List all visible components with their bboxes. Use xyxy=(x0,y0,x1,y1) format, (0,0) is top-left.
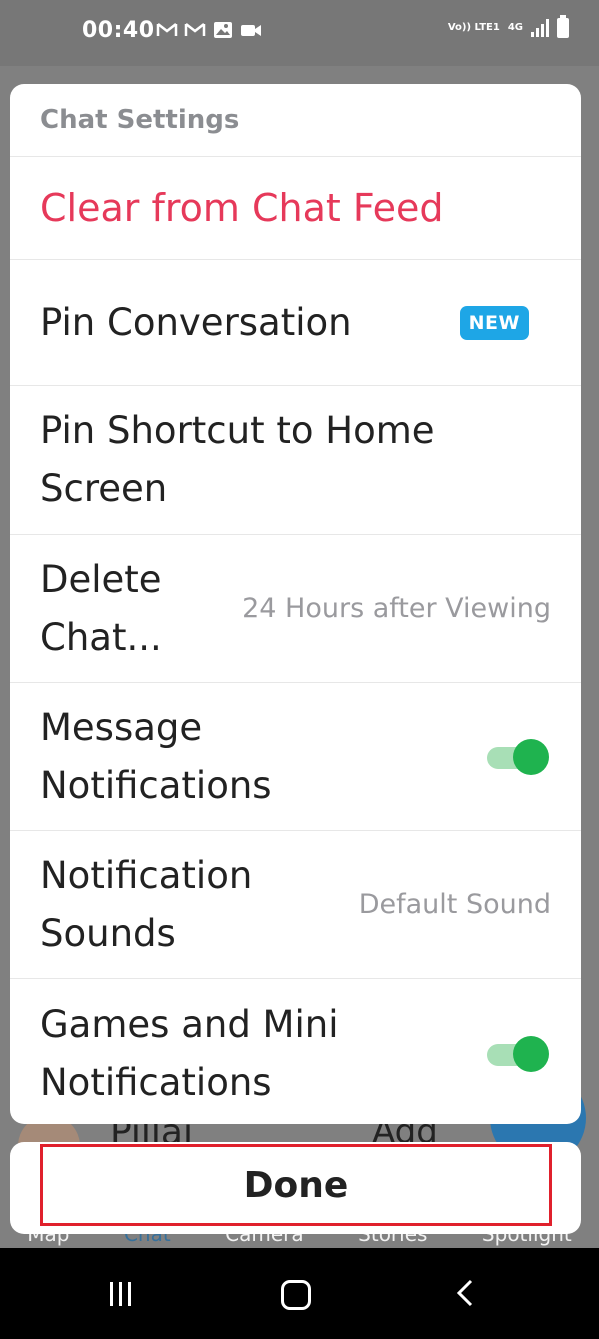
clear-from-chat-feed-label: Clear from Chat Feed xyxy=(40,186,444,230)
message-notifications-toggle[interactable] xyxy=(485,738,549,775)
chat-settings-sheet: Chat Settings Clear from Chat Feed Pin C… xyxy=(10,84,581,1124)
gmail-icon xyxy=(184,20,206,40)
delete-chat-value: 24 Hours after Viewing xyxy=(242,593,551,624)
done-container: Done xyxy=(10,1142,581,1234)
sheet-title: Chat Settings xyxy=(10,84,581,157)
back-icon[interactable] xyxy=(455,1279,475,1307)
volte-indicator: Vo)) LTE1 xyxy=(447,22,500,33)
status-bar: 00:40 Vo)) LTE1 4G xyxy=(0,0,599,66)
clear-from-chat-feed-item[interactable]: Clear from Chat Feed xyxy=(10,157,581,260)
toggle-knob xyxy=(513,1036,549,1072)
pin-conversation-item[interactable]: Pin Conversation NEW xyxy=(10,260,581,386)
battery-icon xyxy=(557,15,569,38)
pin-shortcut-item[interactable]: Pin Shortcut to Home Screen xyxy=(10,386,581,535)
done-button[interactable]: Done xyxy=(40,1144,552,1226)
gallery-icon xyxy=(212,20,234,40)
home-icon[interactable] xyxy=(281,1280,311,1310)
delete-chat-item[interactable]: Delete Chat... 24 Hours after Viewing xyxy=(10,535,581,683)
message-notifications-item: Message Notifications xyxy=(10,683,581,831)
games-notifications-label-line1: Games and Mini xyxy=(40,1003,339,1046)
message-notifications-label: Message Notifications xyxy=(40,699,272,815)
notification-sounds-label: Notification Sounds xyxy=(40,847,252,963)
games-notifications-label-line2: Notifications xyxy=(40,1061,272,1104)
pin-shortcut-label: Pin Shortcut to Home Screen xyxy=(40,402,435,518)
toggle-knob xyxy=(513,738,549,775)
notification-sounds-label-line2: Sounds xyxy=(40,911,176,955)
notification-sounds-label-line1: Notification xyxy=(40,853,253,897)
network-type: 4G xyxy=(507,22,523,33)
recents-icon[interactable] xyxy=(110,1282,131,1306)
pin-shortcut-label-line2: Screen xyxy=(40,467,168,510)
delete-chat-label-line1: Delete xyxy=(40,557,162,601)
message-notifications-label-line1: Message xyxy=(40,705,203,749)
pin-shortcut-label-line1: Pin Shortcut to Home xyxy=(40,409,435,452)
status-right-group: Vo)) LTE1 4G xyxy=(447,15,569,38)
notification-sounds-value: Default Sound xyxy=(358,889,551,920)
games-notifications-toggle[interactable] xyxy=(485,1036,549,1072)
message-notifications-label-line2: Notifications xyxy=(40,763,272,807)
games-notifications-item: Games and Mini Notifications xyxy=(10,979,581,1124)
video-icon xyxy=(240,20,262,40)
android-navigation-bar xyxy=(0,1248,599,1339)
delete-chat-label-line2: Chat... xyxy=(40,615,162,659)
pin-conversation-label: Pin Conversation xyxy=(40,300,352,344)
gmail-icon xyxy=(156,20,178,40)
new-badge: NEW xyxy=(459,305,529,340)
games-notifications-label: Games and Mini Notifications xyxy=(40,996,339,1112)
delete-chat-label: Delete Chat... xyxy=(40,551,162,667)
signal-icon xyxy=(531,19,549,37)
status-time: 00:40 xyxy=(82,18,155,43)
status-notification-icons xyxy=(156,20,262,40)
notification-sounds-item[interactable]: Notification Sounds Default Sound xyxy=(10,831,581,979)
